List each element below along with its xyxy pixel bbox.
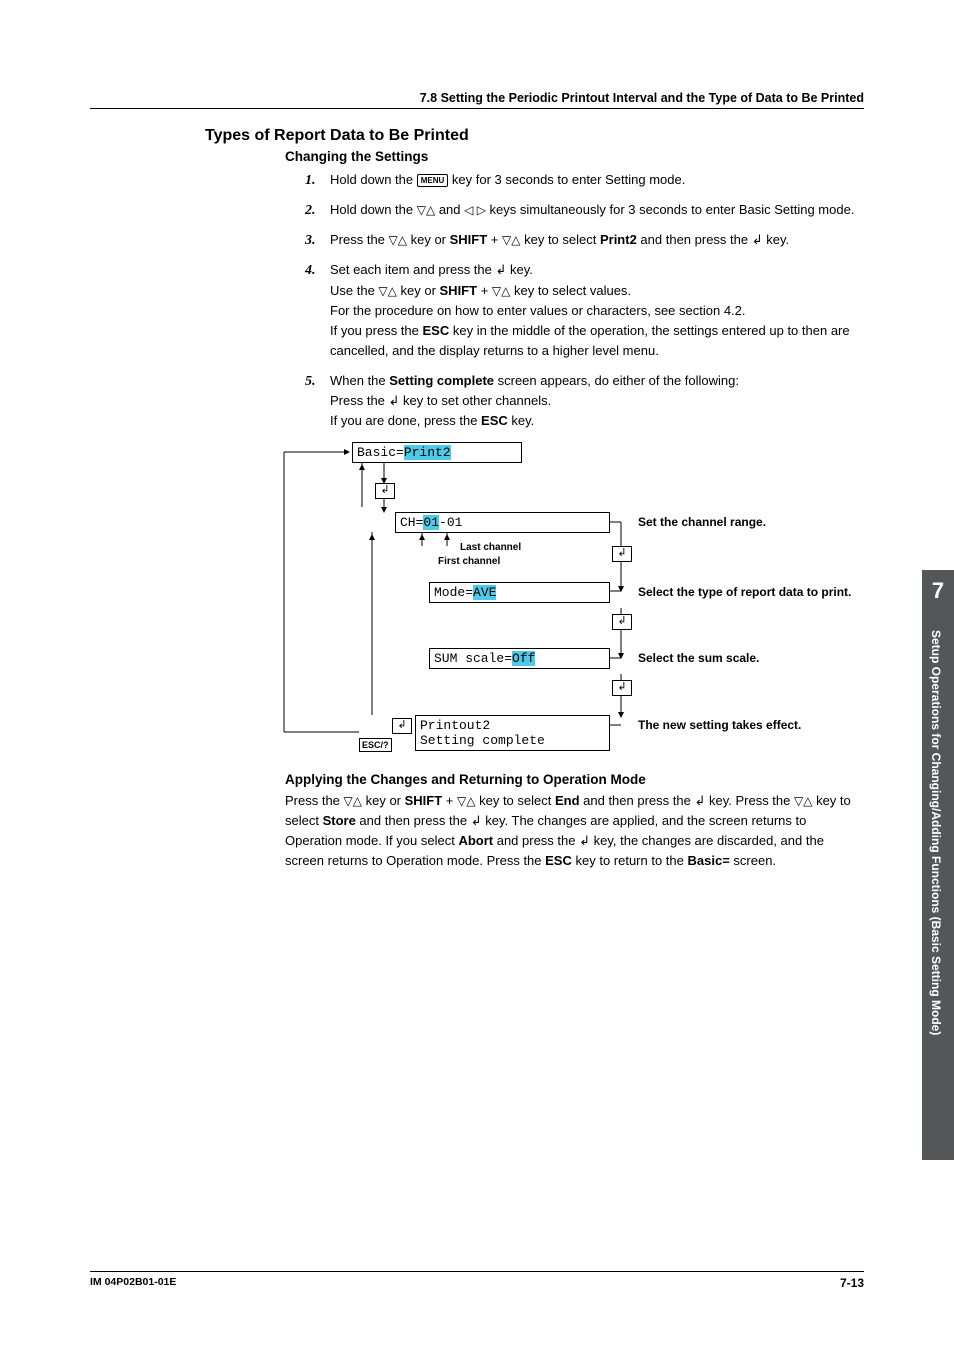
applying-body: Press the ▽△ key or SHIFT + ▽△ key to se… [285, 791, 864, 872]
step-1: 1. Hold down the MENU key for 3 seconds … [305, 170, 864, 190]
header-text: 7.8 Setting the Periodic Printout Interv… [420, 91, 864, 105]
subsection-changing: Changing the Settings [285, 149, 864, 164]
doc-id: IM 04P02B01-01E [90, 1276, 176, 1290]
first-channel-label: First channel [438, 556, 500, 567]
page-header: 7.8 Setting the Periodic Printout Interv… [90, 90, 864, 109]
step-4: 4. Set each item and press the ↲ key. Us… [305, 260, 864, 361]
enter-icon: ↲ [495, 262, 506, 277]
down-up-icon: ▽△ [344, 794, 362, 808]
mode-box: Mode=AVE [429, 582, 610, 603]
enter-icon: ↲ [392, 718, 412, 734]
mode-desc: Select the type of report data to print. [638, 585, 851, 599]
sum-desc: Select the sum scale. [638, 651, 759, 665]
menu-flow-diagram: Basic=Print2 ↲ CH=01-01 Last channel Fir… [264, 442, 854, 752]
step-3: 3. Press the ▽△ key or SHIFT + ▽△ key to… [305, 230, 864, 250]
chapter-title-vertical: Setup Operations for Changing/Adding Fun… [929, 630, 943, 1035]
page-footer: IM 04P02B01-01E 7-13 [90, 1271, 864, 1290]
down-up-icon: ▽△ [794, 794, 812, 808]
step-2: 2. Hold down the ▽△ and ◁ ▷ keys simulta… [305, 200, 864, 220]
page-number: 7-13 [840, 1276, 864, 1290]
enter-icon: ↲ [612, 614, 632, 630]
enter-icon: ↲ [612, 546, 632, 562]
chapter-tab: 7 Setup Operations for Changing/Adding F… [922, 570, 954, 1160]
down-up-icon: ▽△ [378, 284, 396, 298]
ch-box: CH=01-01 [395, 512, 610, 533]
down-up-icon: ▽△ [417, 203, 435, 217]
enter-icon: ↲ [612, 680, 632, 696]
down-up-icon: ▽△ [502, 233, 520, 247]
down-up-icon: ▽△ [492, 284, 510, 298]
enter-icon: ↲ [694, 793, 705, 808]
down-up-icon: ▽△ [389, 233, 407, 247]
menu-key-icon: MENU [417, 174, 449, 187]
down-up-icon: ▽△ [457, 794, 475, 808]
chapter-number: 7 [922, 570, 954, 618]
applying-title: Applying the Changes and Returning to Op… [285, 772, 864, 787]
enter-icon: ↲ [389, 393, 400, 408]
enter-icon: ↲ [752, 232, 763, 247]
printout-box: Printout2 Setting complete [415, 715, 610, 751]
left-right-icon: ◁ ▷ [464, 203, 486, 217]
step-5: 5. When the Setting complete screen appe… [305, 371, 864, 431]
section-title: Types of Report Data to Be Printed [205, 127, 864, 145]
done-desc: The new setting takes effect. [638, 718, 801, 732]
basic-box: Basic=Print2 [352, 442, 522, 463]
ch-desc: Set the channel range. [638, 515, 766, 529]
sum-box: SUM scale=Off [429, 648, 610, 669]
enter-icon: ↲ [579, 833, 590, 848]
enter-icon: ↲ [471, 813, 482, 828]
last-channel-label: Last channel [460, 542, 521, 553]
esc-key-label: ESC/? [359, 738, 392, 752]
steps-list: 1. Hold down the MENU key for 3 seconds … [305, 170, 864, 432]
enter-icon: ↲ [375, 483, 395, 499]
